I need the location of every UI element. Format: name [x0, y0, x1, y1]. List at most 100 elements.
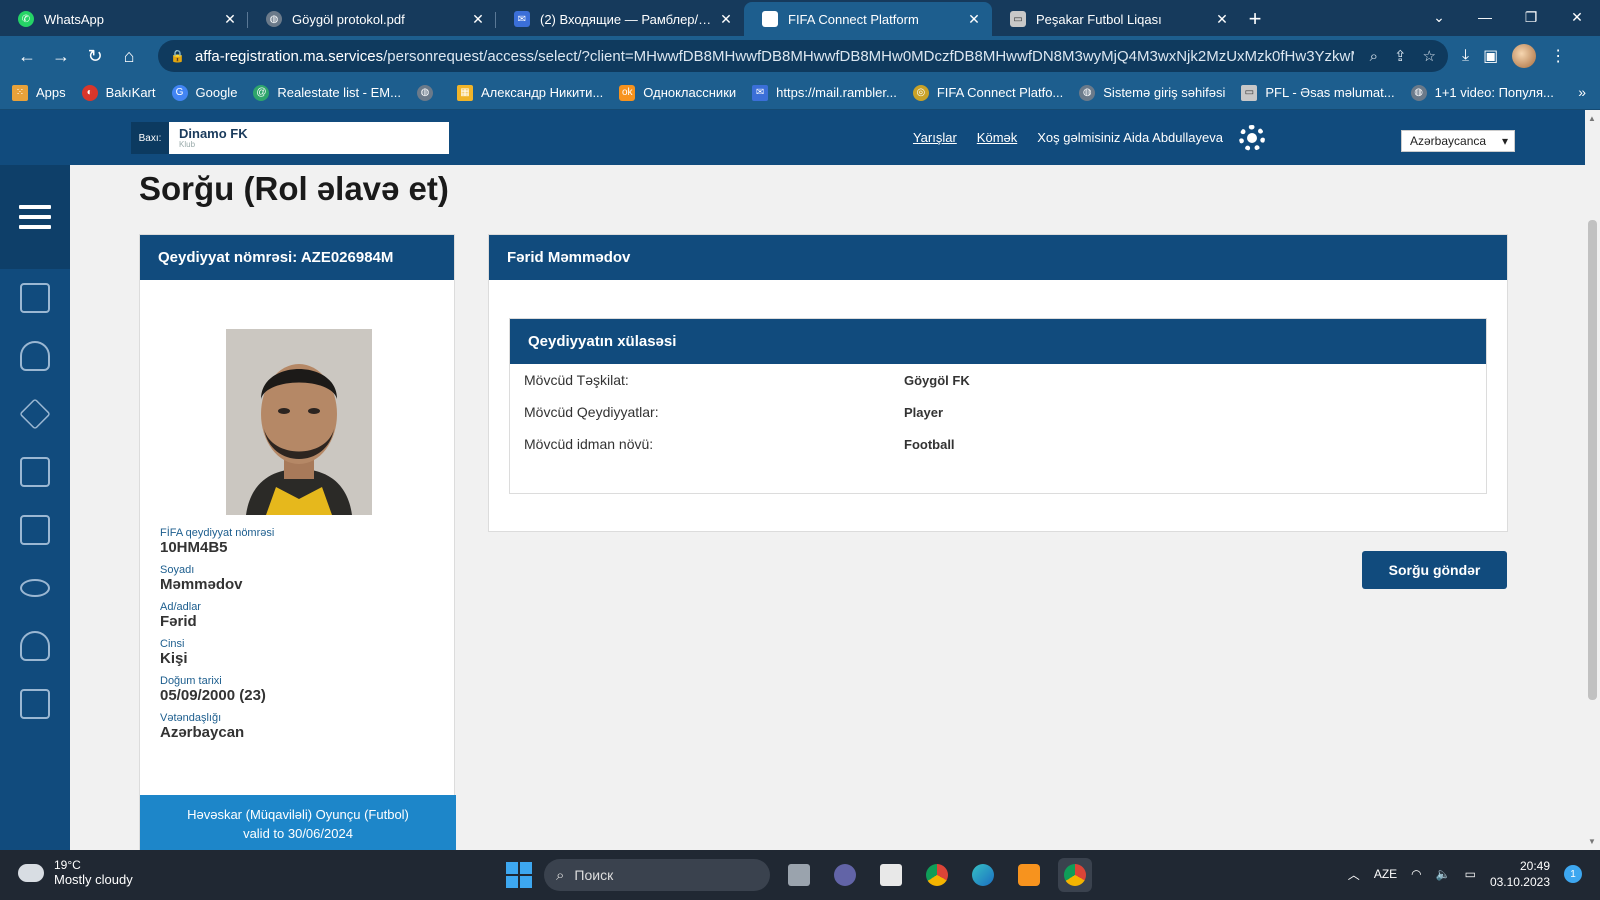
nav-users[interactable] [0, 617, 70, 675]
player-photo [226, 329, 372, 515]
google-icon: G [171, 84, 188, 101]
battery-icon[interactable]: ▭ [1465, 867, 1476, 881]
tab-title: Peşakar Futbol Liqası [1036, 11, 1162, 27]
clock[interactable]: 20:49 03.10.2023 [1490, 858, 1550, 890]
tab-close-icon[interactable]: ✕ [222, 11, 238, 28]
new-tab-button[interactable]: + [1240, 2, 1270, 36]
restore-icon[interactable]: ❐ [1508, 0, 1554, 34]
bookmark-odnoklassniki[interactable]: ok Одноклассники [619, 84, 736, 101]
nav-inbox[interactable] [0, 501, 70, 559]
nav-dashboard[interactable] [0, 269, 70, 327]
tab-close-icon[interactable]: ✕ [966, 11, 982, 28]
microsoft-store-icon[interactable] [874, 858, 908, 892]
scroll-down-icon[interactable]: ▼ [1588, 837, 1596, 846]
volume-muted-icon[interactable]: 🔈 [1436, 867, 1451, 881]
share-icon[interactable]: ⇪ [1394, 47, 1407, 65]
input-language[interactable]: AZE [1374, 867, 1397, 881]
window-controls: ⌄ — ❐ ✕ [1416, 0, 1600, 34]
odnoklassniki-app-icon[interactable] [1012, 858, 1046, 892]
url-text[interactable]: affa-registration.ma.services/personrequ… [195, 48, 1354, 65]
tab-title: FIFA Connect Platform [788, 11, 919, 27]
browser-menu-icon[interactable]: ⋮ [1550, 46, 1566, 66]
pfl-icon: ▭ [1010, 11, 1026, 27]
tab-close-icon[interactable]: ✕ [1214, 11, 1230, 28]
nav-id-card[interactable] [0, 443, 70, 501]
language-select[interactable]: Azərbaycanca ▾ [1401, 130, 1515, 152]
edge-icon[interactable] [966, 858, 1000, 892]
bookmark-rambler-mail[interactable]: ✉ https://mail.rambler... [752, 84, 897, 101]
back-icon[interactable]: ← [10, 40, 44, 72]
profile-avatar[interactable] [1512, 44, 1537, 68]
wifi-icon[interactable]: ◠ [1411, 867, 1421, 881]
request-card: Fərid Məmmədov Qeydiyyatın xülasəsi Mövc… [488, 234, 1508, 532]
bookmark-fifa-connect[interactable]: ◎ FIFA Connect Platfo... [912, 84, 1063, 101]
inbox-icon [20, 515, 50, 545]
page-scrollbar[interactable]: ▲ ▼ [1585, 110, 1600, 850]
nav-persons[interactable] [0, 327, 70, 385]
bookmarks-overflow-icon[interactable]: » [1578, 84, 1586, 100]
whatsapp-icon: ✆ [18, 11, 34, 27]
tab-close-icon[interactable]: ✕ [470, 11, 486, 28]
nav-documents[interactable] [0, 675, 70, 733]
chrome-icon[interactable] [920, 858, 954, 892]
task-view-icon[interactable] [782, 858, 816, 892]
weather-text: Mostly cloudy [54, 872, 133, 887]
bookmark-pfl[interactable]: ▭ PFL - Əsas məlumat... [1241, 84, 1395, 101]
nav-layers[interactable] [0, 385, 70, 443]
gear-icon[interactable] [1239, 124, 1265, 151]
bookmark-aleksandr[interactable]: ▦ Александр Никити... [456, 84, 603, 101]
tab-whatsapp[interactable]: ✆ WhatsApp ✕ [0, 2, 248, 36]
minimize-icon[interactable]: — [1462, 0, 1508, 34]
windows-start-icon[interactable] [506, 862, 532, 888]
chrome-profile-icon[interactable] [1058, 858, 1092, 892]
tab-search-icon[interactable]: ⌄ [1416, 0, 1462, 34]
pfl-icon: ▭ [1241, 84, 1258, 101]
scrollbar-thumb[interactable] [1588, 220, 1597, 700]
tray-expand-icon[interactable]: ︿ [1348, 866, 1360, 883]
menu-toggle[interactable] [0, 165, 70, 269]
registration-summary: Qeydiyyatın xülasəsi Mövcüd Təşkilat: Gö… [509, 318, 1487, 494]
organization-selector[interactable]: Baxı: Dinamo FK Klub [131, 122, 449, 154]
sidepanel-icon[interactable]: ▣ [1483, 46, 1498, 66]
tab-close-icon[interactable]: ✕ [718, 11, 734, 28]
gender-value: Kişi [160, 650, 188, 667]
address-bar[interactable]: 🔒 affa-registration.ma.services/personre… [158, 40, 1448, 72]
tab-goygol-pdf[interactable]: ◍ Göygöl protokol.pdf ✕ [248, 2, 496, 36]
notification-badge[interactable]: 1 [1564, 865, 1582, 883]
bookmarks-bar: ⁙ Apps ◐ BakıKart G Google @ Realestate list… [0, 76, 1600, 110]
bookmark-1plus1[interactable]: ◍ 1+1 video: Популя... [1410, 84, 1554, 101]
bookmark-apps[interactable]: ⁙ Apps [12, 84, 66, 101]
nav-competitions-link[interactable]: Yarışlar [913, 130, 957, 145]
tab-rambler-mail[interactable]: ✉ (2) Входящие — Рамблер/почта ✕ [496, 2, 744, 36]
reload-icon[interactable]: ↻ [78, 40, 112, 72]
lock-icon[interactable]: 🔒 [170, 49, 185, 63]
weather-widget[interactable]: 19°C Mostly cloudy [14, 857, 133, 887]
scroll-up-icon[interactable]: ▲ [1588, 114, 1596, 123]
tab-fifa-connect[interactable]: FIFA Connect Platform ✕ [744, 2, 992, 36]
tab-pfl[interactable]: ▭ Peşakar Futbol Liqası ✕ [992, 2, 1240, 36]
forward-icon[interactable]: → [44, 40, 78, 72]
submit-request-button[interactable]: Sorğu göndər [1362, 551, 1507, 589]
bookmark-bakikart[interactable]: ◐ BakıKart [81, 84, 156, 101]
bookmark-globe[interactable]: ◍ [416, 84, 441, 101]
bookmark-sistem-giris[interactable]: ◍ Sistemə giriş səhifəsi [1079, 84, 1225, 101]
window-close-icon[interactable]: ✕ [1554, 0, 1600, 34]
birth-date-value: 05/09/2000 (23) [160, 687, 266, 704]
globe-icon: ◍ [266, 11, 282, 27]
registration-validity: valid to 30/06/2024 [243, 826, 353, 841]
home-icon[interactable]: ⌂ [112, 40, 146, 72]
teams-chat-icon[interactable] [828, 858, 862, 892]
mail-icon: ✉ [752, 84, 769, 101]
nav-stadium[interactable] [0, 559, 70, 617]
summary-row: Mövcüd Qeydiyyatlar: Player [510, 396, 1486, 428]
bookmark-google[interactable]: G Google [171, 84, 237, 101]
bookmark-realestate[interactable]: @ Realestate list - EM... [253, 84, 401, 101]
nav-help-link[interactable]: Kömək [977, 130, 1017, 145]
clock-date: 03.10.2023 [1489, 875, 1550, 889]
calendar-icon: ▦ [456, 84, 473, 101]
gender-label: Cinsi [160, 638, 185, 650]
taskbar-search[interactable]: ⌕ Поиск [544, 859, 770, 891]
download-icon[interactable]: ⤓ [1462, 47, 1469, 65]
bookmark-star-icon[interactable]: ☆ [1423, 47, 1436, 65]
zoom-icon[interactable]: ⌕ [1370, 48, 1378, 65]
